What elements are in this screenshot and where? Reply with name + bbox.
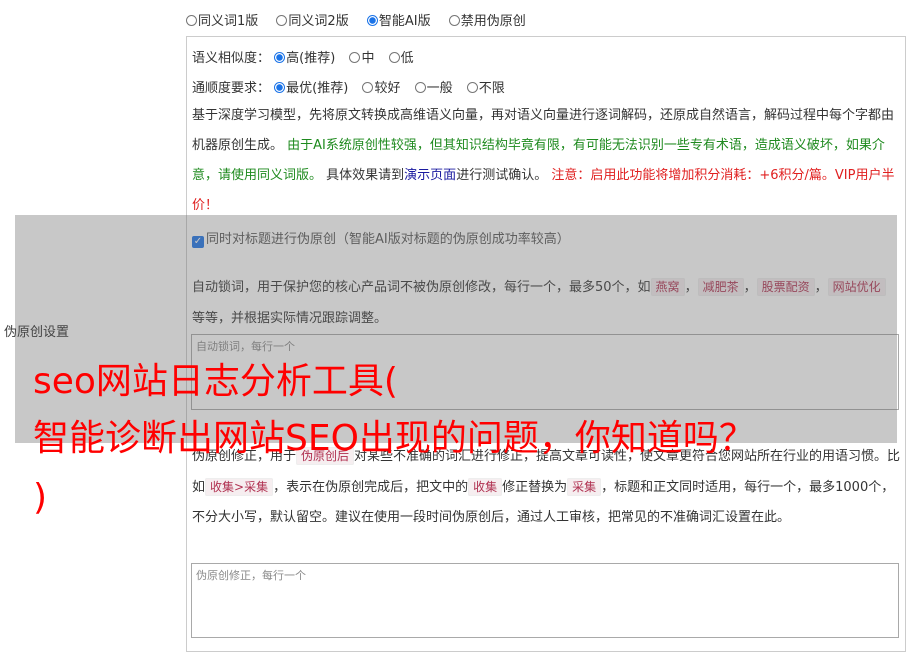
radio-icon[interactable]: [186, 15, 197, 26]
mode-option-synonym1[interactable]: 同义词1版: [186, 14, 258, 29]
radio-icon[interactable]: [414, 82, 426, 93]
example-keyword: 收集: [468, 478, 503, 496]
similarity-row: 语义相似度： 高(推荐) 中 低: [192, 47, 424, 66]
radio-icon[interactable]: [276, 15, 288, 26]
correction-textarea[interactable]: 伪原创修正，每行一个: [191, 563, 899, 638]
radio-selected-icon[interactable]: [366, 15, 378, 26]
radio-icon[interactable]: [466, 82, 478, 93]
radio-icon[interactable]: [362, 82, 374, 93]
radio-icon[interactable]: [448, 15, 460, 26]
overlay-title-line2: 智能诊断出网站SEO出现的问题，你知道吗？: [33, 418, 755, 459]
ai-description: 基于深度学习模型，先将原文转换成高维语义向量，再对语义向量进行逐词解码，还原成自…: [192, 108, 895, 213]
side-label: 伪原创设置: [4, 325, 70, 340]
radio-selected-icon[interactable]: [274, 52, 286, 63]
similarity-high[interactable]: 高(推荐): [274, 51, 335, 66]
overlay-title-line3: ): [33, 477, 48, 518]
example-keyword: 收集>采集: [205, 478, 274, 496]
overlay-title-line1: seo网站日志分析工具(: [33, 361, 398, 402]
fluency-any[interactable]: 不限: [466, 81, 505, 96]
mode-option-ai[interactable]: 智能AI版: [366, 14, 431, 29]
radio-icon[interactable]: [388, 52, 400, 63]
fluency-normal[interactable]: 一般: [414, 81, 453, 96]
fluency-label: 通顺度要求：: [192, 81, 271, 96]
fluency-best[interactable]: 最优(推荐): [274, 81, 348, 96]
example-keyword: 采集: [567, 478, 602, 496]
mode-option-disable[interactable]: 禁用伪原创: [448, 14, 526, 29]
fluency-good[interactable]: 较好: [362, 81, 400, 96]
radio-selected-icon[interactable]: [274, 82, 286, 93]
mode-radio-group: 同义词1版 同义词2版 智能AI版 禁用伪原创: [186, 10, 540, 29]
similarity-low[interactable]: 低: [388, 51, 414, 66]
similarity-mid[interactable]: 中: [349, 51, 374, 66]
mode-option-synonym2[interactable]: 同义词2版: [276, 14, 349, 29]
similarity-label: 语义相似度：: [192, 51, 271, 66]
demo-page-link[interactable]: 演示页面: [404, 168, 456, 183]
fluency-row: 通顺度要求： 最优(推荐) 较好 一般 不限: [192, 77, 515, 96]
radio-icon[interactable]: [349, 52, 361, 63]
